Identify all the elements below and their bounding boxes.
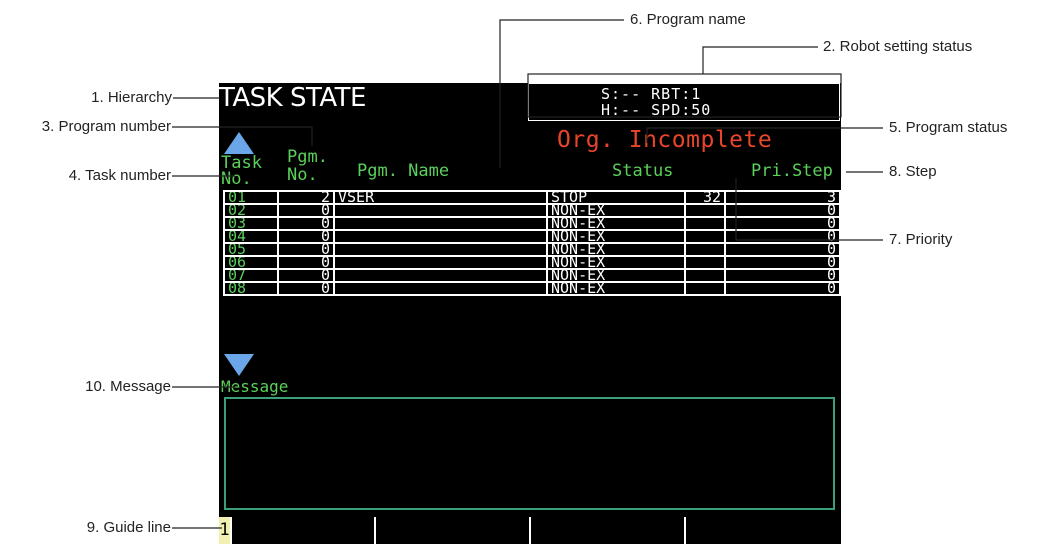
callout-leader-lines: [172, 19, 883, 529]
callout-program-number: 3. Program number: [41, 118, 171, 135]
callout-step: 8. Step: [889, 163, 937, 180]
callout-hierarchy: 1. Hierarchy: [91, 89, 172, 106]
callout-program-status: 5. Program status: [889, 119, 1008, 136]
callout-priority: 7. Priority: [889, 231, 953, 248]
callout-robot-setting-status: 2. Robot setting status: [823, 38, 973, 55]
callout-guide-line: 9. Guide line: [86, 519, 171, 536]
callout-task-number: 4. Task number: [68, 167, 171, 184]
callout-message: 10. Message: [85, 378, 171, 395]
callout-program-name: 6. Program name: [630, 11, 746, 28]
